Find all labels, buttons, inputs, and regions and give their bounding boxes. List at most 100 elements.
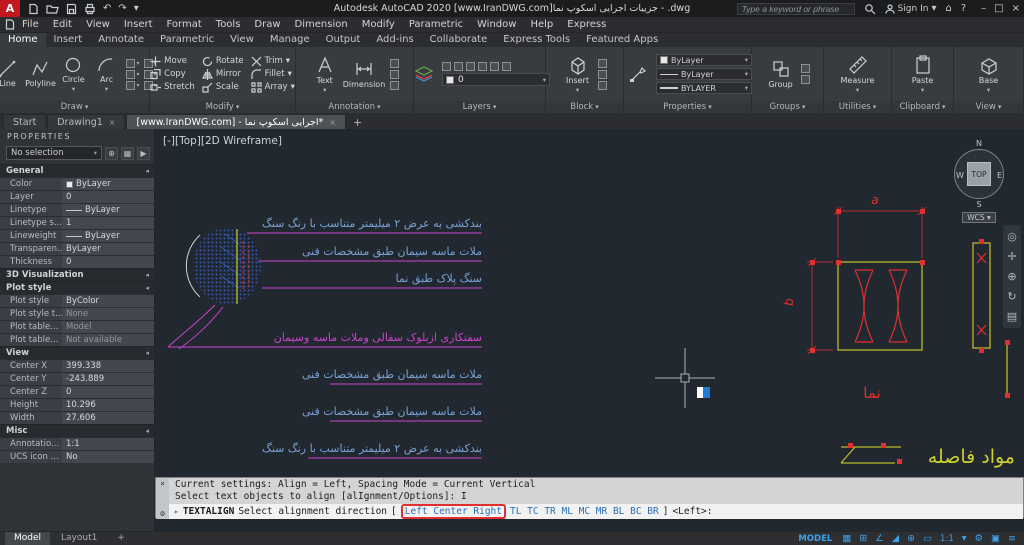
property-row-center-y[interactable]: Center Y-243.889 [0,372,154,385]
properties-panel-label[interactable]: Properties▾ [624,101,751,113]
menu-file[interactable]: File [15,17,46,33]
property-row-transparency[interactable]: Transparen...ByLayer [0,242,154,255]
properties-section-general[interactable]: General◂ [0,164,154,177]
ribbon-tab-manage[interactable]: Manage [262,33,318,47]
chevron-down-icon[interactable]: ▾ [959,532,970,545]
customization-menu-icon[interactable]: ≡ [1005,532,1019,545]
minimize-icon[interactable]: – [981,3,986,14]
dimension-label-b[interactable]: b [782,298,796,306]
snap-mode-icon[interactable]: ⊞ [856,532,870,545]
layer-dropdown[interactable]: 0 ▾ [442,73,550,86]
view-cube[interactable]: N W E TOP S WCS ▾ [948,139,1010,223]
menu-tools[interactable]: Tools [209,17,248,33]
ribbon-tab-addins[interactable]: Add-ins [368,33,421,47]
wcs-menu[interactable]: WCS ▾ [962,212,996,223]
create-block-icon[interactable] [598,59,607,68]
circle-button[interactable]: Circle ▾ [58,56,88,93]
properties-section-misc[interactable]: Misc◂ [0,424,154,437]
annotation-text[interactable]: ملات ماسه سیمان طبق مشخصات فنی [302,405,482,418]
base-button[interactable]: Base ▾ [974,55,1004,94]
pickadd-toggle-icon[interactable]: ⊕ [105,147,118,160]
viewport-controls[interactable]: [-][Top][2D Wireframe] [163,135,282,147]
command-dropdown-icon[interactable]: ▸ [174,507,179,516]
model-tab[interactable]: Model [5,532,50,545]
write-block-icon[interactable] [598,70,607,79]
annotation-text[interactable]: ملات ماسه سیمان طبق مشخصات فنی [302,368,482,381]
viewcube-top-face[interactable]: TOP [967,162,991,186]
pan-icon[interactable]: ✛ [1007,250,1016,263]
open-file-icon[interactable] [46,3,59,15]
layer-properties-button[interactable] [409,64,439,84]
menu-view[interactable]: View [79,17,117,33]
new-layout-button[interactable]: + [108,532,134,545]
annotation-scale-button[interactable]: 1:1 [937,534,957,544]
layer-isolate-icon[interactable] [502,62,511,71]
match-properties-button[interactable] [623,64,653,84]
file-tab-drawing1[interactable]: Drawing1× [47,114,125,129]
draw-tool-icon[interactable]: ▾ [126,81,139,90]
new-file-icon[interactable] [28,3,39,15]
draw-panel-label[interactable]: Draw▾ [0,101,149,113]
menu-help[interactable]: Help [523,17,560,33]
property-row-lineweight[interactable]: LineweightByLayer [0,229,154,242]
file-tab-start[interactable]: Start [3,114,46,129]
save-icon[interactable] [66,3,77,15]
group-button[interactable]: Group [766,59,796,89]
property-row-thickness[interactable]: Thickness0 [0,255,154,268]
block-panel-label[interactable]: Block▾ [546,101,623,113]
rotate-button[interactable]: Rotate [202,56,244,67]
drawing-label-nama[interactable]: نما [850,384,894,402]
layers-panel-label[interactable]: Layers▾ [414,101,545,113]
help-icon[interactable]: ? [961,3,966,14]
insert-button[interactable]: Insert ▾ [563,55,593,94]
line-button[interactable]: Line [0,60,22,88]
polyline-button[interactable]: Polyline [25,60,55,88]
viewcube-north[interactable]: N [948,139,1010,148]
annotation-panel-label[interactable]: Annotation▾ [296,101,413,113]
customize-icon[interactable]: ⚙ [160,509,165,518]
isolate-objects-icon[interactable]: ▣ [988,532,1003,545]
array-button[interactable]: Array▾ [251,82,295,93]
property-row-annotation-scale[interactable]: Annotatio...1:1 [0,437,154,450]
block-editor-icon[interactable] [598,81,607,90]
viewcube-ring[interactable]: W E TOP [954,149,1004,199]
lineweight-display-icon[interactable]: ▭ [920,532,935,545]
orbit-icon[interactable]: ↻ [1007,290,1016,303]
annotation-text[interactable]: بندکشی به عرض ۲ میلیمتر متناسب با رنگ سن… [262,442,482,455]
group-edit-icon[interactable] [801,75,810,84]
model-space-toggle[interactable]: MODEL [793,534,837,544]
lineweight-dropdown[interactable]: BYLAYER ▾ [656,82,752,94]
property-row-center-z[interactable]: Center Z0 [0,385,154,398]
isometric-drafting-icon[interactable]: ◢ [889,532,902,545]
annotation-text[interactable]: سفتکاری ازبلوک سفالی وملات ماسه وسیمان [274,331,482,344]
mirror-button[interactable]: Mirror [202,69,244,80]
annotation-text[interactable]: سنگ پلاک طبق نما [396,272,482,285]
close-icon[interactable]: × [1012,3,1020,14]
ungroup-icon[interactable] [801,64,810,73]
layer-color-icon[interactable] [478,62,487,71]
property-row-linetype[interactable]: LinetypeByLayer [0,203,154,216]
viewcube-east[interactable]: E [997,171,1002,180]
selection-dropdown[interactable]: No selection▾ [6,146,102,160]
linetype-dropdown[interactable]: ByLayer ▾ [656,68,752,80]
layer-on-icon[interactable] [442,62,451,71]
qat-dropdown-icon[interactable]: ▾ [134,0,139,17]
close-icon[interactable]: × [109,118,116,127]
workspace-gear-icon[interactable]: ⚙ [972,532,987,545]
polar-tracking-icon[interactable]: ∠ [872,532,887,545]
ribbon-tab-home[interactable]: Home [0,33,46,47]
grid-display-icon[interactable]: ▦ [839,532,854,545]
property-row-ucs-icon[interactable]: UCS icon ...No [0,450,154,463]
move-button[interactable]: Move [150,56,195,67]
annotation-tool-icon[interactable] [390,81,399,90]
property-row-center-x[interactable]: Center X399.338 [0,359,154,372]
leader-tool-icon[interactable] [390,59,399,68]
new-drawing-tab-button[interactable]: + [347,116,368,129]
object-color-dropdown[interactable]: ByLayer ▾ [656,54,752,66]
property-row-plot-table-type[interactable]: Plot table...Not available [0,333,154,346]
full-navigation-wheel-icon[interactable]: ◎ [1007,230,1017,243]
scale-button[interactable]: Scale [202,82,244,93]
layer-match-icon[interactable] [490,62,499,71]
menu-edit[interactable]: Edit [46,17,79,33]
groups-panel-label[interactable]: Groups▾ [752,101,823,113]
